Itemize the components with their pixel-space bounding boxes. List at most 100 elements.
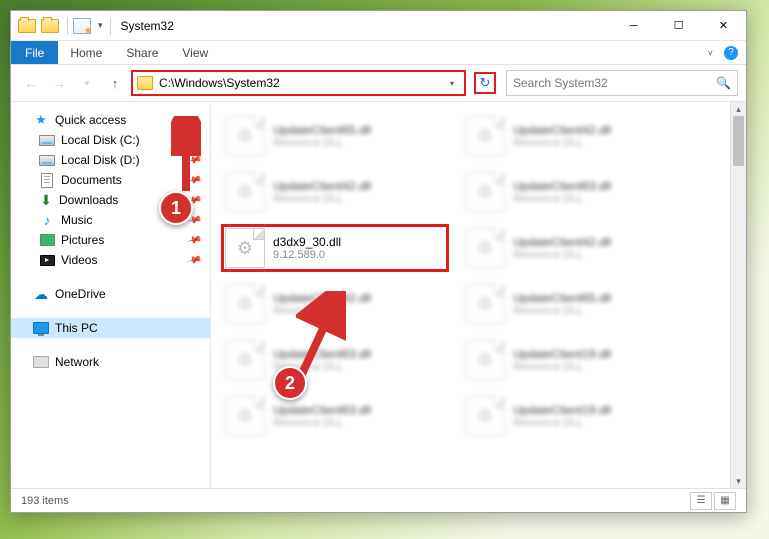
ribbon-collapse-icon[interactable]: ˅: [708, 48, 713, 58]
tab-view[interactable]: View: [170, 41, 220, 64]
pin-icon: 📌: [186, 152, 202, 168]
sidebar-item-pictures[interactable]: Pictures 📌: [11, 230, 210, 250]
pin-icon: 📌: [186, 232, 202, 248]
scroll-down-button[interactable]: ▾: [731, 474, 746, 488]
up-button[interactable]: ↑: [103, 71, 127, 95]
file-subtitle: 9.12.589.0: [273, 249, 341, 261]
file-subtitle: Resource DLL: [273, 137, 371, 149]
file-item[interactable]: ⚙ UpdateClient65.dll Resource DLL: [221, 112, 449, 160]
file-info: UpdateClient42.dll Resource DLL: [513, 123, 611, 149]
window-title: System32: [121, 19, 174, 33]
file-item[interactable]: ⚙ UpdateClient19.dll Resource DLL: [461, 392, 689, 440]
pin-icon: 📌: [186, 252, 202, 268]
scrollbar[interactable]: ▴ ▾: [730, 102, 746, 488]
music-icon: ♪: [39, 212, 55, 228]
file-subtitle: Resource DLL: [513, 361, 611, 373]
sidebar-item-videos[interactable]: Videos 📌: [11, 250, 210, 270]
file-item[interactable]: ⚙ d3dx9_30.dll 9.12.589.0: [221, 224, 449, 272]
file-subtitle: Resource DLL: [273, 305, 371, 317]
navigation-bar: ← → ▾ ↑ C:\Windows\System32 ▾ ↻ 🔍: [11, 65, 746, 101]
search-input[interactable]: [513, 76, 716, 90]
help-icon[interactable]: ?: [724, 46, 738, 60]
sidebar-item-label: Documents: [61, 173, 122, 187]
file-name: UpdateClient42.dll: [273, 291, 371, 305]
icons-view-button[interactable]: ▦: [714, 492, 736, 510]
scroll-up-button[interactable]: ▴: [731, 102, 746, 116]
file-item[interactable]: ⚙ UpdateClient63.dll Resource DLL: [221, 336, 449, 384]
sidebar-item-disk-d[interactable]: Local Disk (D:) 📌: [11, 150, 210, 170]
dll-file-icon: ⚙: [465, 284, 505, 324]
maximize-button[interactable]: ☐: [656, 11, 701, 40]
file-subtitle: Resource DLL: [273, 193, 371, 205]
file-item[interactable]: ⚙ UpdateClient63.dll Resource DLL: [461, 168, 689, 216]
file-info: d3dx9_30.dll 9.12.589.0: [273, 235, 341, 261]
file-item[interactable]: ⚙ UpdateClient42.dll Resource DLL: [461, 224, 689, 272]
explorer-window: ▾ System32 ─ ☐ ✕ File Home Share View ˅ …: [10, 10, 747, 513]
tab-home[interactable]: Home: [58, 41, 114, 64]
address-folder-icon: [137, 76, 153, 90]
sidebar-item-label: OneDrive: [55, 287, 106, 301]
dll-file-icon: ⚙: [465, 116, 505, 156]
dll-file-icon: ⚙: [225, 172, 265, 212]
dll-file-icon: ⚙: [225, 284, 265, 324]
tab-share[interactable]: Share: [114, 41, 170, 64]
close-button[interactable]: ✕: [701, 11, 746, 40]
file-item[interactable]: ⚙ UpdateClient65.dll Resource DLL: [461, 280, 689, 328]
navigation-pane: ★ Quick access Local Disk (C:) 📌 Local D…: [11, 102, 211, 488]
ribbon: File Home Share View ˅ ?: [11, 41, 746, 65]
status-bar: 193 items ☰ ▦: [11, 488, 746, 512]
file-subtitle: Resource DLL: [513, 193, 611, 205]
sidebar-item-label: Downloads: [59, 193, 118, 207]
recent-dropdown[interactable]: ▾: [75, 71, 99, 95]
file-item[interactable]: ⚙ UpdateClient42.dll Resource DLL: [221, 168, 449, 216]
sidebar-item-label: This PC: [55, 321, 98, 335]
file-info: UpdateClient42.dll Resource DLL: [513, 235, 611, 261]
file-info: UpdateClient42.dll Resource DLL: [273, 291, 371, 317]
annotation-callout-2: 2: [273, 366, 307, 400]
file-name: UpdateClient63.dll: [513, 179, 611, 193]
search-box[interactable]: 🔍: [506, 70, 738, 96]
star-icon: ★: [33, 112, 49, 128]
file-item[interactable]: ⚙ UpdateClient42.dll Resource DLL: [461, 112, 689, 160]
address-dropdown-icon[interactable]: ▾: [450, 79, 454, 88]
address-bar[interactable]: C:\Windows\System32 ▾: [131, 70, 466, 96]
dll-file-icon: ⚙: [465, 396, 505, 436]
file-item[interactable]: ⚙ UpdateClient19.dll Resource DLL: [461, 336, 689, 384]
sidebar-onedrive[interactable]: ☁ OneDrive: [11, 284, 210, 304]
disk-icon: [39, 152, 55, 168]
minimize-button[interactable]: ─: [611, 11, 656, 40]
annotation-callout-1: 1: [159, 191, 193, 225]
scroll-thumb[interactable]: [733, 116, 744, 166]
sidebar-network[interactable]: Network: [11, 352, 210, 372]
quick-access-label: Quick access: [55, 113, 126, 127]
file-tab[interactable]: File: [11, 41, 58, 64]
search-icon[interactable]: 🔍: [716, 76, 731, 90]
refresh-button[interactable]: ↻: [474, 72, 496, 94]
pc-icon: [33, 320, 49, 336]
download-icon: ⬇: [39, 193, 53, 207]
file-info: UpdateClient19.dll Resource DLL: [513, 347, 611, 373]
pictures-icon: [39, 232, 55, 248]
file-subtitle: Resource DLL: [513, 137, 611, 149]
sidebar-this-pc[interactable]: This PC: [11, 318, 210, 338]
file-name: d3dx9_30.dll: [273, 235, 341, 249]
pin-icon: 📌: [186, 132, 202, 148]
quick-access[interactable]: ★ Quick access: [11, 110, 210, 130]
details-view-button[interactable]: ☰: [690, 492, 712, 510]
file-name: UpdateClient42.dll: [273, 179, 371, 193]
file-item[interactable]: ⚙ UpdateClient63.dll Resource DLL: [221, 392, 449, 440]
address-text[interactable]: C:\Windows\System32: [159, 76, 444, 90]
file-name: UpdateClient63.dll: [273, 403, 371, 417]
file-item[interactable]: ⚙ UpdateClient42.dll Resource DLL: [221, 280, 449, 328]
back-button[interactable]: ←: [19, 71, 43, 95]
sidebar-item-label: Music: [61, 213, 92, 227]
folder-icon: [17, 16, 37, 36]
qat-chevron-icon[interactable]: ▾: [98, 20, 103, 31]
file-list[interactable]: ⚙ UpdateClient65.dll Resource DLL ⚙ Upda…: [211, 102, 746, 488]
sidebar-item-documents[interactable]: Documents 📌: [11, 170, 210, 190]
disk-icon: [39, 132, 55, 148]
forward-button[interactable]: →: [47, 71, 71, 95]
sidebar-item-disk-c[interactable]: Local Disk (C:) 📌: [11, 130, 210, 150]
properties-icon[interactable]: [72, 16, 92, 36]
dll-file-icon: ⚙: [225, 228, 265, 268]
